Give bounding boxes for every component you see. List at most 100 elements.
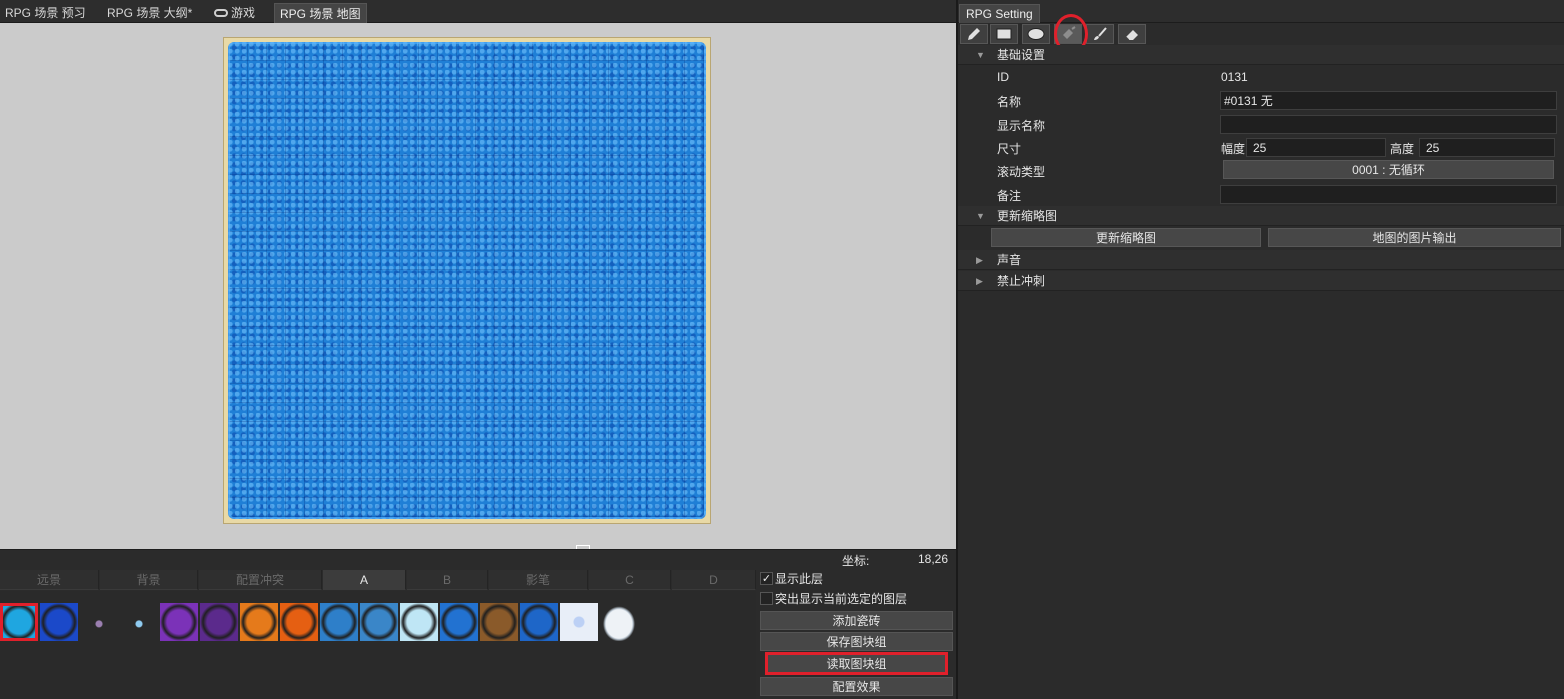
height-label: 高度 xyxy=(1390,142,1415,156)
eraser-tool-button[interactable] xyxy=(1118,24,1146,44)
thumbnail-buttons-row: 更新缩略图 地图的图片输出 xyxy=(958,227,1564,250)
id-label: ID xyxy=(997,70,1009,84)
scroll-type-select[interactable]: 0001 : 无循环 xyxy=(1223,160,1554,179)
id-row: ID 0131 xyxy=(958,66,1564,89)
load-tile-group-button[interactable]: 读取图块组 xyxy=(765,652,948,675)
scroll-type-row: 滚动类型 0001 : 无循环 xyxy=(958,159,1564,182)
map-viewport[interactable] xyxy=(0,23,956,549)
id-value: 0131 xyxy=(1221,70,1248,84)
collapse-triangle-icon: ▼ xyxy=(976,50,985,60)
rpg-setting-pane: RPG Setting ▼ 基础设置 ID 0131 名称 显 xyxy=(958,0,1564,699)
section-no-dash[interactable]: ▶ 禁止冲刺 xyxy=(958,271,1564,291)
eraser-icon xyxy=(1125,30,1138,41)
note-row: 备注 xyxy=(958,183,1564,206)
size-row: 尺寸 幅度 高度 xyxy=(958,136,1564,159)
layer-tab[interactable]: C xyxy=(589,570,671,590)
highlight-layer-label: 突出显示当前选定的图层 xyxy=(775,592,908,606)
layer-options-panel: ✓ 显示此层 突出显示当前选定的图层 添加瓷砖 保存图块组 读取图块组 配置效果 xyxy=(756,569,956,699)
tab-scene-preview[interactable]: RPG 场景 预习 xyxy=(0,3,91,23)
layer-tab[interactable]: A xyxy=(323,570,406,590)
map-canvas[interactable] xyxy=(223,37,711,524)
rock-water-tile[interactable] xyxy=(360,603,398,641)
name-field[interactable] xyxy=(1220,91,1557,110)
pencil-tool-button[interactable] xyxy=(960,24,988,44)
small-crystal-tile[interactable] xyxy=(80,603,118,641)
layer-tab-bar: 远景 背景 配置冲突 A B 影笔 C D xyxy=(0,569,756,591)
white-crystal-tile[interactable] xyxy=(560,603,598,641)
lava-pool-tile[interactable] xyxy=(280,603,318,641)
purple-vine-tile[interactable] xyxy=(200,603,238,641)
display-name-field[interactable] xyxy=(1220,115,1557,134)
size-label: 尺寸 xyxy=(997,142,1022,156)
rectangle-tool-button[interactable] xyxy=(990,24,1018,44)
section-sound[interactable]: ▶ 声音 xyxy=(958,250,1564,270)
ellipse-tool-button[interactable] xyxy=(1022,24,1050,44)
tile-palette[interactable] xyxy=(0,591,756,699)
display-name-label: 显示名称 xyxy=(997,119,1046,133)
section-sound-title: 声音 xyxy=(997,253,1022,267)
layer-tab[interactable]: 远景 xyxy=(0,570,99,590)
brush-tool-button[interactable] xyxy=(1086,24,1114,44)
whirlpool-tile[interactable] xyxy=(440,603,478,641)
add-tile-button[interactable]: 添加瓷砖 xyxy=(760,611,953,630)
section-thumbnail[interactable]: ▼ 更新缩略图 xyxy=(958,206,1564,226)
section-basic-settings[interactable]: ▼ 基础设置 xyxy=(958,45,1564,65)
tab-rpg-setting[interactable]: RPG Setting xyxy=(959,4,1040,23)
water-drop-tile[interactable] xyxy=(120,603,158,641)
brush-icon xyxy=(1094,27,1107,40)
purple-pool-tile[interactable] xyxy=(160,603,198,641)
show-layer-label: 显示此层 xyxy=(775,572,824,586)
drawing-toolbar xyxy=(958,23,1564,45)
section-thumbnail-title: 更新缩略图 xyxy=(997,209,1058,223)
layer-tab[interactable]: B xyxy=(407,570,488,590)
layer-tab[interactable]: 配置冲突 xyxy=(199,570,322,590)
width-field[interactable] xyxy=(1246,138,1386,157)
width-label: 幅度 xyxy=(1221,142,1246,156)
expand-triangle-icon: ▶ xyxy=(976,276,983,286)
water-tiles xyxy=(228,42,706,519)
configure-effects-button[interactable]: 配置效果 xyxy=(760,677,953,696)
pencil-icon xyxy=(968,28,980,40)
sand-water-tile[interactable] xyxy=(320,603,358,641)
map-editor-pane: RPG 场景 预习 RPG 场景 大纲* 游戏 RPG 场景 地图 坐标: 18… xyxy=(0,0,956,699)
rectangle-icon xyxy=(996,28,1012,40)
setting-tab-bar: RPG Setting xyxy=(958,0,1564,23)
blue-water-tile[interactable] xyxy=(40,603,78,641)
waterfall-tile[interactable] xyxy=(520,603,558,641)
collapse-triangle-icon: ▼ xyxy=(976,211,985,221)
ellipse-icon xyxy=(1027,28,1045,40)
lava-cracked-tile[interactable] xyxy=(240,603,278,641)
gamepad-icon xyxy=(214,8,228,17)
save-tile-group-button[interactable]: 保存图块组 xyxy=(760,632,953,651)
ice-circle-tile[interactable] xyxy=(400,603,438,641)
layer-tab[interactable]: 影笔 xyxy=(489,570,588,590)
highlight-layer-checkbox[interactable]: 突出显示当前选定的图层 xyxy=(760,590,907,608)
scroll-type-label: 滚动类型 xyxy=(997,165,1046,179)
checkbox-empty-icon xyxy=(760,592,773,606)
update-thumbnail-button[interactable]: 更新缩略图 xyxy=(991,228,1261,247)
status-bar: 坐标: 18,26 xyxy=(0,549,956,568)
name-label: 名称 xyxy=(997,95,1022,109)
coordinate-label: 坐标: xyxy=(842,554,870,568)
name-row: 名称 xyxy=(958,89,1564,112)
tab-game-label: 游戏 xyxy=(231,6,256,20)
note-label: 备注 xyxy=(997,189,1022,203)
water-ring-tile[interactable] xyxy=(0,603,38,641)
note-field[interactable] xyxy=(1220,185,1557,204)
layer-tab[interactable]: D xyxy=(672,570,756,590)
height-field[interactable] xyxy=(1419,138,1555,157)
layer-tab[interactable]: 背景 xyxy=(100,570,198,590)
tab-scene-map[interactable]: RPG 场景 地图 xyxy=(274,3,367,23)
section-basic-title: 基础设置 xyxy=(997,48,1046,62)
show-layer-checkbox[interactable]: ✓ 显示此层 xyxy=(760,570,823,588)
cloud-tile[interactable] xyxy=(600,603,638,641)
editor-tab-bar: RPG 场景 预习 RPG 场景 大纲* 游戏 RPG 场景 地图 xyxy=(0,0,956,23)
display-name-row: 显示名称 xyxy=(958,113,1564,136)
tab-scene-outline[interactable]: RPG 场景 大纲* xyxy=(102,3,197,23)
expand-triangle-icon: ▶ xyxy=(976,255,983,265)
export-map-image-button[interactable]: 地图的图片输出 xyxy=(1268,228,1561,247)
tab-game[interactable]: 游戏 xyxy=(209,3,260,23)
section-no-dash-title: 禁止冲刺 xyxy=(997,274,1046,288)
coordinate-value: 18,26 xyxy=(918,552,949,566)
dirt-hole-tile[interactable] xyxy=(480,603,518,641)
